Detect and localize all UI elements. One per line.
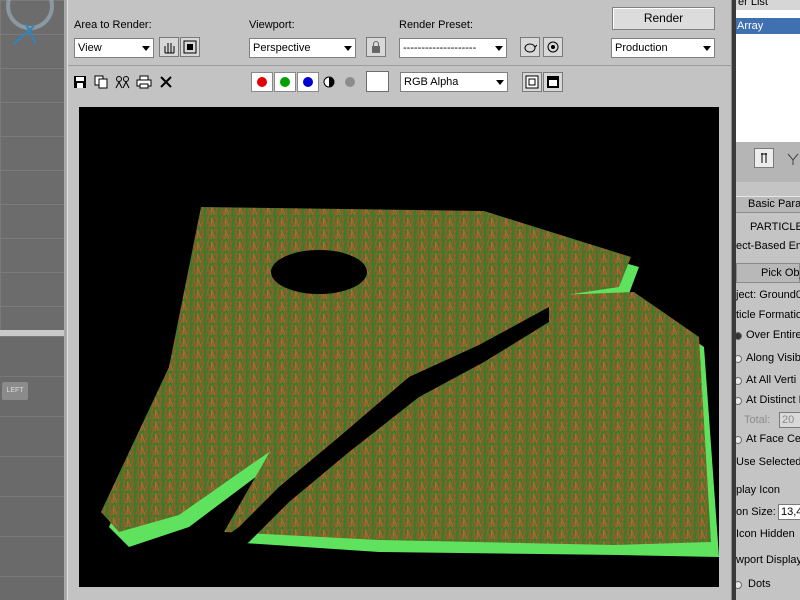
copy-icon: [94, 75, 108, 89]
channel-dropdown[interactable]: RGB Alpha: [400, 72, 508, 92]
overlay-icon: [525, 75, 539, 89]
toggle-ui-overlay-button[interactable]: [522, 72, 542, 92]
pin-icon: [761, 153, 767, 163]
lock-icon: [372, 41, 380, 53]
icon-hidden-label[interactable]: Icon Hidden: [736, 528, 795, 540]
auto-region-button[interactable]: [180, 37, 200, 57]
left-viewports: LEFT: [0, 0, 67, 600]
save-icon: [74, 76, 86, 88]
object-list[interactable]: er List Array: [736, 0, 800, 142]
show-end-result-button[interactable]: [784, 150, 800, 168]
region-icon: [183, 40, 197, 54]
gear-icon: [547, 41, 559, 53]
distinct-points-label: At Distinct P: [746, 394, 800, 406]
viewcube-icon[interactable]: [0, 0, 64, 60]
object-list-title: er List: [736, 0, 800, 10]
object-name-label: ject: Ground0: [736, 289, 800, 301]
monochrome-toggle[interactable]: [341, 73, 359, 91]
face-centers-label: At Face Cer: [746, 433, 800, 445]
dots-label: Dots: [748, 578, 771, 590]
environment-button[interactable]: [543, 37, 563, 57]
alpha-toggle[interactable]: [320, 73, 338, 91]
particle-title: PARTICLE: [750, 221, 800, 233]
green-channel-toggle[interactable]: [274, 72, 296, 92]
display-icon-label: play Icon: [736, 484, 781, 496]
save-image-button[interactable]: [71, 73, 89, 91]
object-list-selected-item[interactable]: Array: [736, 18, 800, 34]
half-circle-icon: [323, 76, 335, 88]
clear-button[interactable]: [157, 73, 175, 91]
blue-channel-toggle[interactable]: [297, 72, 319, 92]
red-channel-toggle[interactable]: [251, 72, 273, 92]
area-to-render-value: View: [78, 42, 102, 54]
area-to-render-dropdown[interactable]: View: [74, 38, 154, 58]
dots-radio[interactable]: [736, 581, 742, 589]
over-entire-radio[interactable]: [736, 332, 742, 340]
teapot-icon: [524, 43, 537, 53]
render-preset-dropdown[interactable]: --------------------: [399, 38, 507, 58]
particle-formation-label: ticle Formatio: [736, 309, 800, 321]
use-selected-label[interactable]: Use Selected: [736, 456, 800, 468]
render-setup-button[interactable]: [520, 37, 540, 57]
fork-icon: [787, 153, 799, 165]
pin-stack-button[interactable]: [754, 148, 774, 168]
viewport-display-label: wport Display: [736, 554, 800, 566]
render-button[interactable]: Render: [612, 7, 715, 30]
render-viewport[interactable]: [79, 107, 719, 587]
toolbar-separator: [68, 65, 733, 66]
gray-dot-icon: [345, 77, 355, 87]
rendered-frame-window: Area to Render: View Viewport: Perspecti…: [67, 0, 733, 600]
total-label: Total:: [744, 414, 771, 426]
toggle-ui-button[interactable]: [543, 72, 563, 92]
copy-image-button[interactable]: [92, 73, 110, 91]
channel-value: RGB Alpha: [404, 76, 459, 88]
render-preset-value: --------------------: [403, 42, 477, 54]
distinct-points-radio[interactable]: [736, 397, 742, 405]
command-panel: er List Array Basic Para PARTICLE ect-Ba…: [732, 0, 800, 600]
total-field[interactable]: 20: [779, 412, 800, 428]
object-based-emitter-label: ect-Based Em: [736, 240, 800, 252]
color-swatch[interactable]: [366, 71, 389, 92]
red-dot-icon: [257, 77, 267, 87]
print-image-button[interactable]: [135, 73, 153, 91]
face-centers-radio[interactable]: [736, 436, 742, 444]
production-dropdown[interactable]: Production: [611, 38, 715, 58]
area-to-render-label: Area to Render:: [74, 19, 152, 31]
icon-size-label: on Size:: [736, 506, 776, 518]
pick-object-button[interactable]: Pick Obj: [736, 263, 800, 283]
blue-dot-icon: [303, 77, 313, 87]
rollout-basic-parameters[interactable]: Basic Para: [736, 196, 800, 213]
production-value: Production: [615, 42, 668, 54]
lock-viewport-button[interactable]: [366, 37, 386, 57]
viewport-label: Viewport:: [249, 19, 295, 31]
window-icon: [547, 76, 559, 88]
left-viewport[interactable]: [0, 336, 64, 600]
icon-size-field[interactable]: 13,4: [778, 504, 800, 520]
along-visible-label: Along Visibl: [746, 352, 800, 364]
edit-region-button[interactable]: [159, 37, 179, 57]
modifier-stack-toolbar: [736, 142, 800, 182]
close-icon: [160, 76, 172, 88]
rendered-grass-image: [101, 207, 719, 587]
over-entire-label: Over Entire: [746, 329, 800, 341]
hand-icon: [164, 43, 175, 54]
clone-window-button[interactable]: [114, 73, 132, 91]
green-dot-icon: [280, 77, 290, 87]
viewport-dropdown[interactable]: Perspective: [249, 38, 356, 58]
all-vertices-label: At All Verti: [746, 374, 797, 386]
viewport-label-left[interactable]: LEFT: [2, 382, 28, 400]
viewport-value: Perspective: [253, 42, 311, 54]
printer-icon: [136, 75, 152, 89]
all-vertices-radio[interactable]: [736, 377, 742, 385]
render-preset-label: Render Preset:: [399, 19, 473, 31]
top-viewport[interactable]: [0, 0, 64, 330]
clone-icon: [115, 76, 130, 89]
along-visible-radio[interactable]: [736, 355, 742, 363]
